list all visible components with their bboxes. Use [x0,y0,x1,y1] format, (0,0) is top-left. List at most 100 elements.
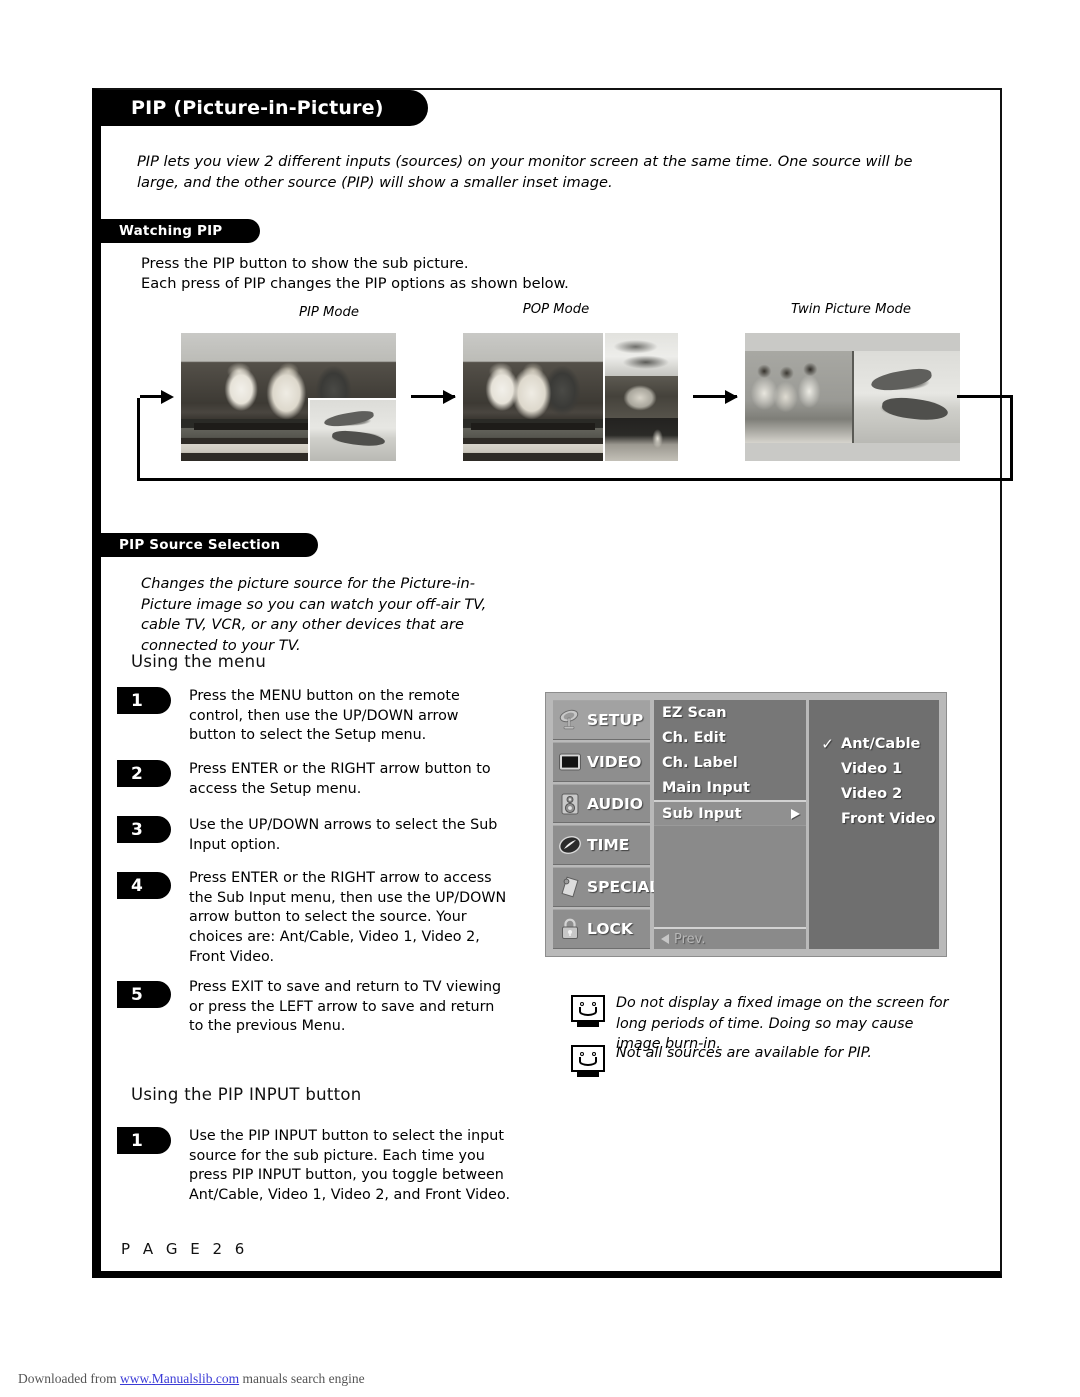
satellite-dish-icon [558,708,582,732]
osd-option-video-2[interactable]: Video 2 [809,781,939,806]
osd-category-special-label: SPECIAL [587,878,660,897]
footer-suffix: manuals search engine [239,1371,365,1386]
intro-paragraph: PIP lets you view 2 different inputs (so… [137,153,913,191]
osd-category-setup-label: SETUP [587,710,644,729]
check-icon: ✓ [821,734,834,753]
osd-option-ant-cable-label: Ant/Cable [841,735,921,752]
osd-category-list: SETUP VIDEO AUDIO TIME SPECIAL LOCK [553,700,659,949]
watching-line-1: Press the PIP button to show the sub pic… [141,255,469,272]
chevron-right-icon [791,808,800,819]
step-text-5: Press EXIT to save and return to TV view… [189,979,502,1035]
osd-menu: SETUP VIDEO AUDIO TIME SPECIAL LOCK EZ S… [545,692,947,957]
flow-arrow-2 [693,395,737,398]
note-2: Not all sources are available for PIP. [571,1043,951,1077]
step-text-2: Press ENTER or the RIGHT arrow button to… [189,761,491,797]
osd-category-special[interactable]: SPECIAL [553,867,659,908]
page-frame: PIP (Picture-in-Picture) PIP lets you vi… [92,88,1013,1278]
osd-prev-button[interactable]: Prev. [654,927,806,949]
section-pip-source-label: PIP Source Selection [119,537,281,553]
osd-item-sub-input[interactable]: Sub Input [654,800,806,825]
osd-option-ant-cable[interactable]: ✓ Ant/Cable [809,731,939,756]
osd-item-ch-edit-label: Ch. Edit [662,729,726,746]
osd-category-time-label: TIME [587,836,630,855]
step-number-4: 4 [131,875,143,896]
footer: Downloaded from www.Manualslib.com manua… [18,1371,365,1387]
step-number-5: 5 [131,984,143,1005]
osd-item-sub-input-label: Sub Input [662,805,742,822]
pip-input-step-text-1: Use the PIP INPUT button to select the i… [189,1128,511,1204]
loop-line-left [137,398,140,481]
step-badge-3: 3 [117,816,171,843]
speaker-icon [558,792,582,816]
section-watching-pip: Watching PIP [101,219,261,243]
padlock-icon [558,917,582,941]
loop-line-entry [140,395,164,398]
osd-category-video-label: VIDEO [587,752,642,771]
step-number-3: 3 [131,819,143,840]
twin-photo-left [745,351,852,443]
osd-item-filler [654,825,806,927]
pop-sub-photo-2 [603,375,678,419]
page-number: P A G E 2 6 [121,1240,249,1258]
footer-link[interactable]: www.Manualslib.com [120,1371,239,1386]
page-root: PIP (Picture-in-Picture) PIP lets you vi… [0,0,1080,1397]
osd-item-list: EZ Scan Ch. Edit Ch. Label Main Input Su… [654,700,806,949]
pop-sub-photo-3 [603,418,678,461]
loop-line-top [957,395,1013,398]
step-badge-5: 5 [117,981,171,1008]
step-badge-4: 4 [117,872,171,899]
pop-main-photo [463,333,603,461]
osd-category-setup[interactable]: SETUP [553,700,650,740]
sad-tv-icon [571,995,605,1027]
pip-input-step-number-1: 1 [131,1130,143,1151]
footer-prefix: Downloaded from [18,1371,120,1386]
osd-item-ch-label[interactable]: Ch. Label [654,750,806,775]
tv-screen-icon [558,750,582,774]
sad-tv-icon [571,1045,605,1077]
step-number-2: 2 [131,763,143,784]
note-2-text: Not all sources are available for PIP. [616,1045,872,1061]
osd-item-ez-scan-label: EZ Scan [662,704,727,721]
twin-photo-right [852,351,960,443]
mode-label-pip: PIP Mode [299,305,359,320]
pop-sub-photo-1 [603,333,678,376]
osd-category-lock[interactable]: LOCK [553,909,650,949]
source-selection-description: Changes the picture source for the Pictu… [141,575,487,655]
osd-category-audio[interactable]: AUDIO [553,783,650,824]
loop-line-bottom [137,478,1013,481]
osd-prev-label: Prev. [674,931,706,947]
section-watching-pip-label: Watching PIP [119,223,223,239]
pip-input-step-badge-1: 1 [117,1127,171,1154]
page-title: PIP (Picture-in-Picture) [101,90,428,126]
osd-item-group: EZ Scan Ch. Edit Ch. Label Main Input [654,700,806,800]
osd-category-lock-label: LOCK [587,920,633,939]
clock-icon [558,833,582,857]
step-text-1: Press the MENU button on the remote cont… [189,688,460,744]
chevron-left-icon [661,934,669,944]
osd-item-ez-scan[interactable]: EZ Scan [654,700,806,725]
osd-option-front-video[interactable]: Front Video [809,806,939,831]
step-badge-1: 1 [117,687,171,714]
osd-option-video-1-label: Video 1 [841,760,903,777]
tag-icon [558,875,582,899]
twin-mode-preview [745,333,960,461]
using-pip-input-heading: Using the PIP INPUT button [131,1085,362,1104]
watching-line-2: Each press of PIP changes the PIP option… [141,275,569,292]
flow-arrow-1 [411,395,455,398]
osd-option-list: ✓ Ant/Cable Video 1 Video 2 Front Video [809,700,939,949]
osd-option-video-1[interactable]: Video 1 [809,756,939,781]
osd-item-ch-label-label: Ch. Label [662,754,738,771]
osd-item-ch-edit[interactable]: Ch. Edit [654,725,806,750]
osd-category-video[interactable]: VIDEO [553,741,650,782]
step-text-3: Use the UP/DOWN arrows to select the Sub… [189,817,498,853]
page-title-label: PIP (Picture-in-Picture) [131,97,384,119]
pop-mode-preview [463,333,678,461]
osd-item-main-input[interactable]: Main Input [654,775,806,800]
mode-label-twin: Twin Picture Mode [790,302,912,317]
pip-mode-preview [181,333,396,461]
step-text-4: Press ENTER or the RIGHT arrow to access… [189,870,507,965]
osd-category-time[interactable]: TIME [553,825,650,866]
loop-line-right [1010,395,1013,481]
step-number-1: 1 [131,690,143,711]
osd-category-audio-label: AUDIO [587,794,643,813]
